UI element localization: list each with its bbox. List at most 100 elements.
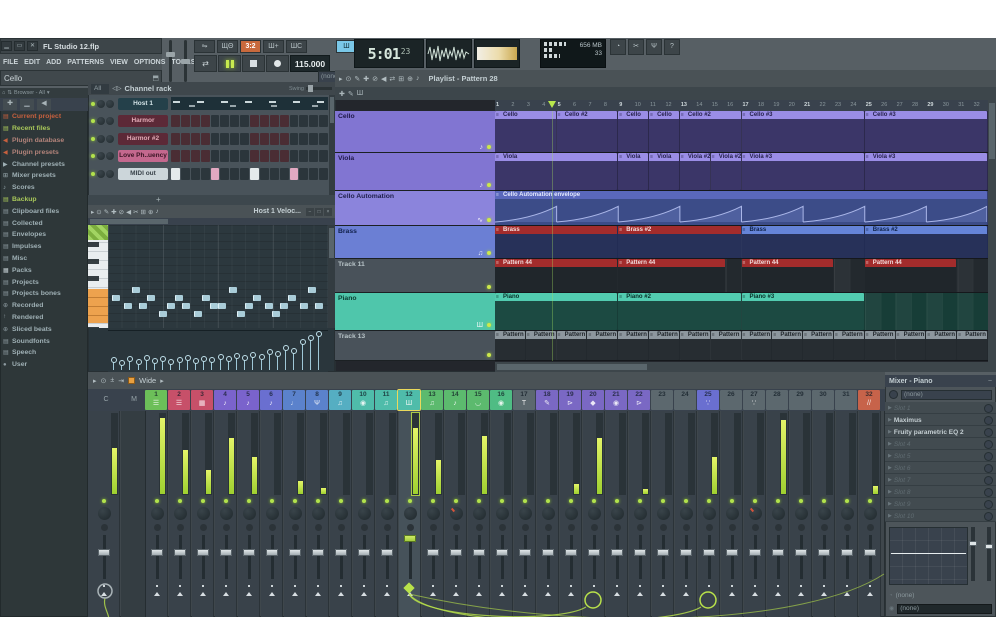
browser-item-impulses[interactable]: ▤Impulses bbox=[0, 241, 88, 253]
browser-item-speech[interactable]: ▤Speech bbox=[0, 347, 88, 359]
step-cell[interactable] bbox=[309, 115, 318, 127]
slot-enable-knob[interactable] bbox=[984, 428, 993, 437]
mixer-strip-insert-23[interactable]: Insert 23 bbox=[652, 411, 674, 617]
strip-fader-handle[interactable] bbox=[496, 549, 508, 556]
step-cell[interactable] bbox=[230, 115, 239, 127]
strip-pan-knob[interactable] bbox=[335, 507, 348, 520]
strip-route-arrow[interactable] bbox=[223, 592, 229, 596]
mixer-strip-quiet[interactable]: Quiet bbox=[537, 411, 559, 617]
velocity-stem[interactable] bbox=[179, 362, 180, 370]
slot-enable-knob[interactable] bbox=[984, 476, 993, 485]
velocity-head[interactable] bbox=[259, 354, 265, 360]
option-icon-4[interactable]: ШС bbox=[286, 40, 307, 53]
strip-route-arrow[interactable] bbox=[101, 592, 107, 596]
mixer-strip-cello[interactable]: Cello bbox=[215, 411, 237, 617]
strip-pan-knob[interactable] bbox=[174, 507, 187, 520]
strip-fader-handle[interactable] bbox=[404, 535, 416, 542]
clip-body[interactable] bbox=[557, 119, 618, 152]
step-cell[interactable] bbox=[181, 115, 190, 127]
fx-slot-5[interactable]: ▶Slot 5 bbox=[885, 450, 996, 462]
mixer-track-button-3[interactable]: 3▦ bbox=[191, 390, 213, 410]
main-volume-slider[interactable] bbox=[169, 40, 172, 82]
pr-zoom-icon[interactable]: ⊕ bbox=[148, 208, 153, 216]
strip-route-arrow[interactable] bbox=[545, 592, 551, 596]
strip-route-arrow[interactable] bbox=[522, 592, 528, 596]
autosave-icon[interactable]: ◔ bbox=[610, 39, 626, 55]
strip-route-arrow[interactable] bbox=[867, 592, 873, 596]
mixer-strip-invisible[interactable]: Invisible bbox=[606, 411, 628, 617]
strip-enable-led[interactable] bbox=[868, 499, 872, 503]
browser-item-current-project[interactable]: ▤Current project bbox=[0, 111, 88, 123]
velocity-head[interactable] bbox=[185, 355, 191, 361]
velocity-stem[interactable] bbox=[293, 353, 294, 370]
pl-slip-icon[interactable]: ⇄ bbox=[389, 75, 395, 83]
channel-enable-led[interactable] bbox=[91, 119, 95, 123]
strip-pan-knob[interactable] bbox=[634, 507, 647, 520]
pl-select-icon[interactable]: ⊞ bbox=[398, 75, 404, 83]
midi-note[interactable] bbox=[288, 295, 296, 301]
clip-brass[interactable]: Brass bbox=[495, 226, 617, 258]
pl-add-icon[interactable]: ✚ bbox=[339, 90, 345, 98]
step-cell[interactable] bbox=[191, 115, 200, 127]
browser-item-packs[interactable]: ▦Packs bbox=[0, 264, 88, 276]
slot-arrow-icon[interactable]: ▶ bbox=[888, 417, 892, 423]
velocity-stem[interactable] bbox=[302, 344, 303, 370]
pl-pencil-icon[interactable]: ✎ bbox=[354, 75, 360, 83]
mixer-strip-insert-31[interactable]: Insert 31 bbox=[836, 411, 858, 617]
velocity-stem[interactable] bbox=[113, 362, 114, 370]
strip-pan-knob[interactable] bbox=[611, 507, 624, 520]
strip-pan-knob[interactable] bbox=[864, 507, 877, 520]
strip-pan-knob[interactable] bbox=[404, 507, 417, 520]
clip-body[interactable] bbox=[742, 301, 864, 330]
strip-pan-knob[interactable] bbox=[473, 507, 486, 520]
step-cell[interactable] bbox=[211, 133, 220, 145]
strip-pan-knob[interactable] bbox=[312, 507, 325, 520]
channel-pan-knob[interactable] bbox=[97, 170, 105, 178]
slot-enable-knob[interactable] bbox=[984, 500, 993, 509]
strip-pan-knob[interactable] bbox=[519, 507, 532, 520]
clip-body[interactable] bbox=[680, 339, 710, 360]
strip-route-arrow[interactable] bbox=[752, 592, 758, 596]
mixer-strip-tenors[interactable]: Tenors bbox=[583, 411, 605, 617]
mixer-track-button-14[interactable]: 14♪ bbox=[444, 390, 466, 410]
playback-position-bar[interactable] bbox=[474, 39, 520, 68]
strip-fader-handle[interactable] bbox=[289, 549, 301, 556]
clip-pattern-27[interactable]: Pattern 27 bbox=[649, 331, 679, 360]
clip-pattern-27[interactable]: Pattern 27 bbox=[618, 331, 648, 360]
step-cell[interactable] bbox=[240, 168, 249, 180]
strip-stereo-knob[interactable] bbox=[338, 524, 345, 531]
strip-pan-knob[interactable] bbox=[795, 507, 808, 520]
velocity-stem[interactable] bbox=[129, 361, 130, 370]
strip-enable-led[interactable] bbox=[822, 499, 826, 503]
strip-fader-handle[interactable] bbox=[542, 549, 554, 556]
slot-enable-knob[interactable] bbox=[984, 440, 993, 449]
maximize-icon[interactable]: ▭ bbox=[14, 41, 25, 51]
strip-fader-handle[interactable] bbox=[98, 549, 110, 556]
step-cell[interactable] bbox=[260, 133, 269, 145]
clip-brass[interactable]: Brass bbox=[742, 226, 864, 258]
add-channel-button[interactable]: + bbox=[88, 195, 335, 205]
browser-item-plugin-database[interactable]: ◀Plugin database bbox=[0, 135, 88, 147]
clip-body[interactable] bbox=[896, 339, 926, 360]
mx-arrow-icon[interactable]: ⇥ bbox=[118, 377, 124, 385]
clip-viola[interactable]: Viola bbox=[649, 153, 679, 190]
velocity-stem[interactable] bbox=[211, 362, 212, 370]
mixer-strip-strings[interactable]: Strings bbox=[445, 411, 467, 617]
strip-route-arrow[interactable] bbox=[361, 592, 367, 596]
mixer-track-button-9[interactable]: 9♫ bbox=[329, 390, 351, 410]
mixer-strip-strings-2[interactable]: Strings 2 bbox=[238, 411, 260, 617]
strip-enable-led[interactable] bbox=[523, 499, 527, 503]
clip-viola[interactable]: Viola bbox=[618, 153, 648, 190]
channel-enable-led[interactable] bbox=[91, 102, 95, 106]
strip-route-arrow[interactable] bbox=[269, 592, 275, 596]
mixer-track-button-29[interactable]: 29 bbox=[789, 390, 811, 410]
strip-enable-led[interactable] bbox=[546, 499, 550, 503]
step-cell[interactable] bbox=[309, 133, 318, 145]
option-icon-1[interactable]: ЩΘ bbox=[217, 40, 238, 53]
velocity-head[interactable] bbox=[168, 359, 174, 365]
strip-route-arrow[interactable] bbox=[844, 592, 850, 596]
pr-close-icon[interactable]: × bbox=[324, 208, 332, 216]
clip-pattern-26[interactable]: Pattern 26 bbox=[557, 331, 587, 360]
timeline-ruler[interactable]: 1234567891011121314151617181920212223242… bbox=[495, 100, 988, 111]
midi-note[interactable] bbox=[159, 311, 167, 317]
